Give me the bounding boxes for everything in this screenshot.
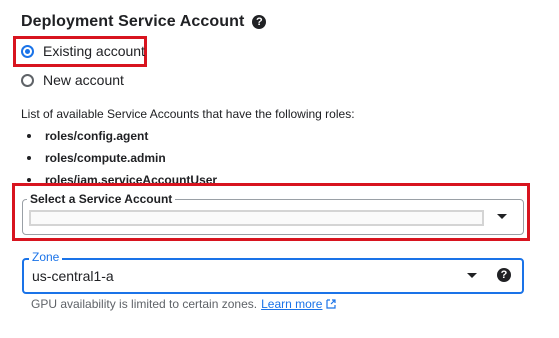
chevron-down-icon[interactable] (497, 214, 507, 219)
service-account-label: Select a Service Account (27, 192, 176, 206)
external-link-icon[interactable] (326, 299, 337, 309)
help-circle-icon[interactable]: ? (497, 268, 511, 282)
roles-list: roles/config.agent roles/compute.admin r… (24, 125, 217, 191)
help-circle-icon[interactable]: ? (252, 15, 267, 29)
service-account-value[interactable] (29, 210, 484, 226)
radio-checked-icon[interactable] (21, 44, 34, 58)
radio-new-label: New account (43, 72, 124, 88)
section-title: Deployment Service Account (21, 13, 245, 30)
section-header: Deployment Service Account ? (21, 13, 267, 31)
radio-existing-account[interactable]: Existing account (21, 43, 145, 59)
radio-unchecked-icon[interactable] (21, 73, 34, 87)
chevron-down-icon[interactable] (467, 273, 477, 278)
zone-hint: GPU availability is limited to certain z… (31, 297, 337, 311)
radio-existing-label: Existing account (43, 43, 145, 59)
zone-hint-text: GPU availability is limited to certain z… (31, 297, 258, 311)
radio-new-account[interactable]: New account (21, 72, 124, 88)
role-label: roles/config.agent (45, 129, 149, 143)
zone-value[interactable]: us-central1-a (32, 268, 114, 284)
role-label: roles/compute.admin (45, 151, 166, 165)
zone-label: Zone (29, 250, 63, 264)
roles-description: List of available Service Accounts that … (21, 107, 355, 121)
bullet-icon (27, 134, 31, 138)
learn-more-link[interactable]: Learn more (261, 297, 322, 311)
list-item: roles/config.agent (24, 125, 217, 147)
bullet-icon (27, 178, 31, 182)
bullet-icon (27, 156, 31, 160)
list-item: roles/compute.admin (24, 147, 217, 169)
